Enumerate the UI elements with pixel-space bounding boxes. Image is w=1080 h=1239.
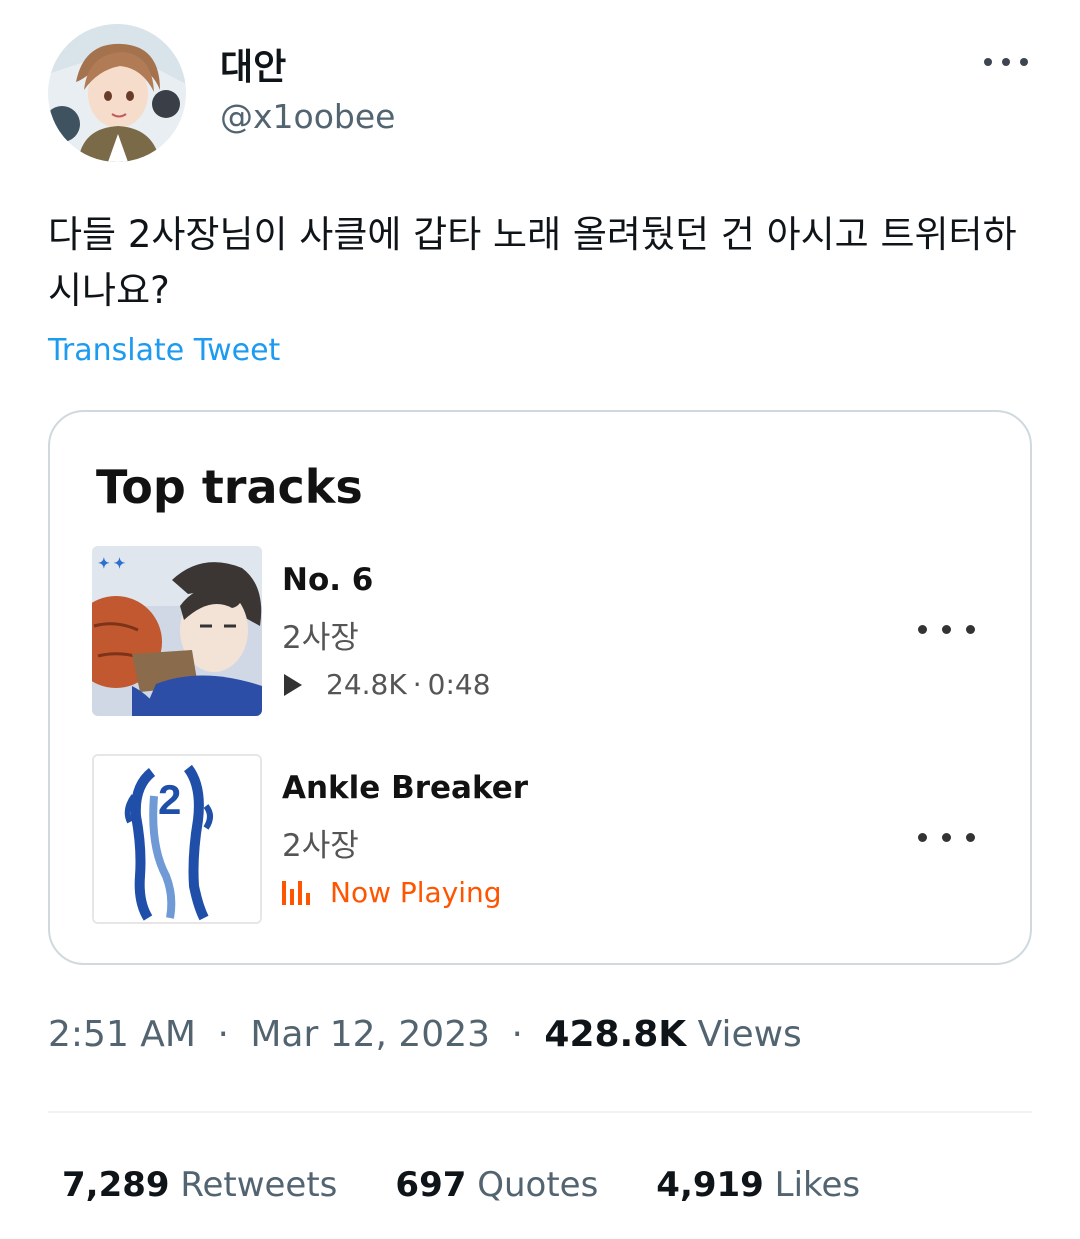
quotes-count: 697 — [395, 1165, 467, 1205]
likes-stat[interactable]: 4,919 Likes — [656, 1165, 860, 1205]
now-playing-status: Now Playing — [282, 876, 502, 909]
retweets-stat[interactable]: 7,289 Retweets — [62, 1165, 337, 1205]
track-more-icon[interactable] — [918, 622, 978, 638]
retweets-label: Retweets — [180, 1165, 338, 1205]
tweet-meta: 2:51 AM · Mar 12, 2023 · 428.8K Views — [48, 1014, 802, 1055]
track-artwork: 2 — [92, 754, 262, 924]
likes-label: Likes — [774, 1165, 861, 1205]
divider — [48, 1111, 1032, 1113]
likes-count: 4,919 — [656, 1165, 764, 1205]
retweets-count: 7,289 — [62, 1165, 170, 1205]
track-row[interactable]: ✦ ✦ No. 6 2사장 24.8K · 0:48 — [92, 546, 982, 716]
stats-separator: · — [412, 668, 422, 701]
tweet-time[interactable]: 2:51 AM — [48, 1014, 196, 1055]
track-duration: 0:48 — [427, 668, 491, 701]
user-handle[interactable]: @x1oobee — [220, 97, 395, 136]
play-count: 24.8K — [326, 668, 407, 701]
track-title: Ankle Breaker — [282, 770, 529, 806]
engagement-stats: 7,289 Retweets 697 Quotes 4,919 Likes — [62, 1165, 918, 1205]
quotes-stat[interactable]: 697 Quotes — [395, 1165, 598, 1205]
track-row[interactable]: 2 Ankle Breaker 2사장 Now Playing — [92, 754, 982, 924]
more-options-icon[interactable] — [982, 50, 1032, 74]
translate-tweet-link[interactable]: Translate Tweet — [48, 333, 280, 368]
avatar[interactable] — [48, 24, 186, 162]
meta-separator: · — [511, 1014, 523, 1055]
equalizer-icon — [282, 880, 310, 905]
track-artist[interactable]: 2사장 — [282, 820, 359, 865]
meta-separator: · — [217, 1014, 229, 1055]
views-label: Views — [697, 1014, 802, 1055]
quotes-label: Quotes — [477, 1165, 599, 1205]
card-title: Top tracks — [96, 460, 363, 514]
track-artwork: ✦ ✦ — [92, 546, 262, 716]
track-stats: 24.8K · 0:48 — [282, 668, 491, 701]
track-title: No. 6 — [282, 562, 374, 598]
track-artist[interactable]: 2사장 — [282, 612, 359, 657]
top-tracks-card[interactable]: Top tracks ✦ ✦ No. 6 2사장 24.8K · 0:48 2 … — [48, 410, 1032, 965]
track-more-icon[interactable] — [918, 830, 978, 846]
svg-text:2: 2 — [158, 776, 181, 823]
views-count: 428.8K — [544, 1014, 687, 1055]
tweet-text: 다들 2사장님이 사클에 갑타 노래 올려뒀던 건 아시고 트위터하시나요? — [48, 213, 1017, 312]
tweet-date[interactable]: Mar 12, 2023 — [250, 1014, 490, 1055]
play-icon — [284, 673, 302, 696]
avatar-image — [48, 24, 186, 162]
now-playing-label: Now Playing — [330, 876, 502, 909]
svg-text:✦ ✦: ✦ ✦ — [98, 555, 126, 571]
display-name[interactable]: 대안 — [220, 38, 286, 90]
